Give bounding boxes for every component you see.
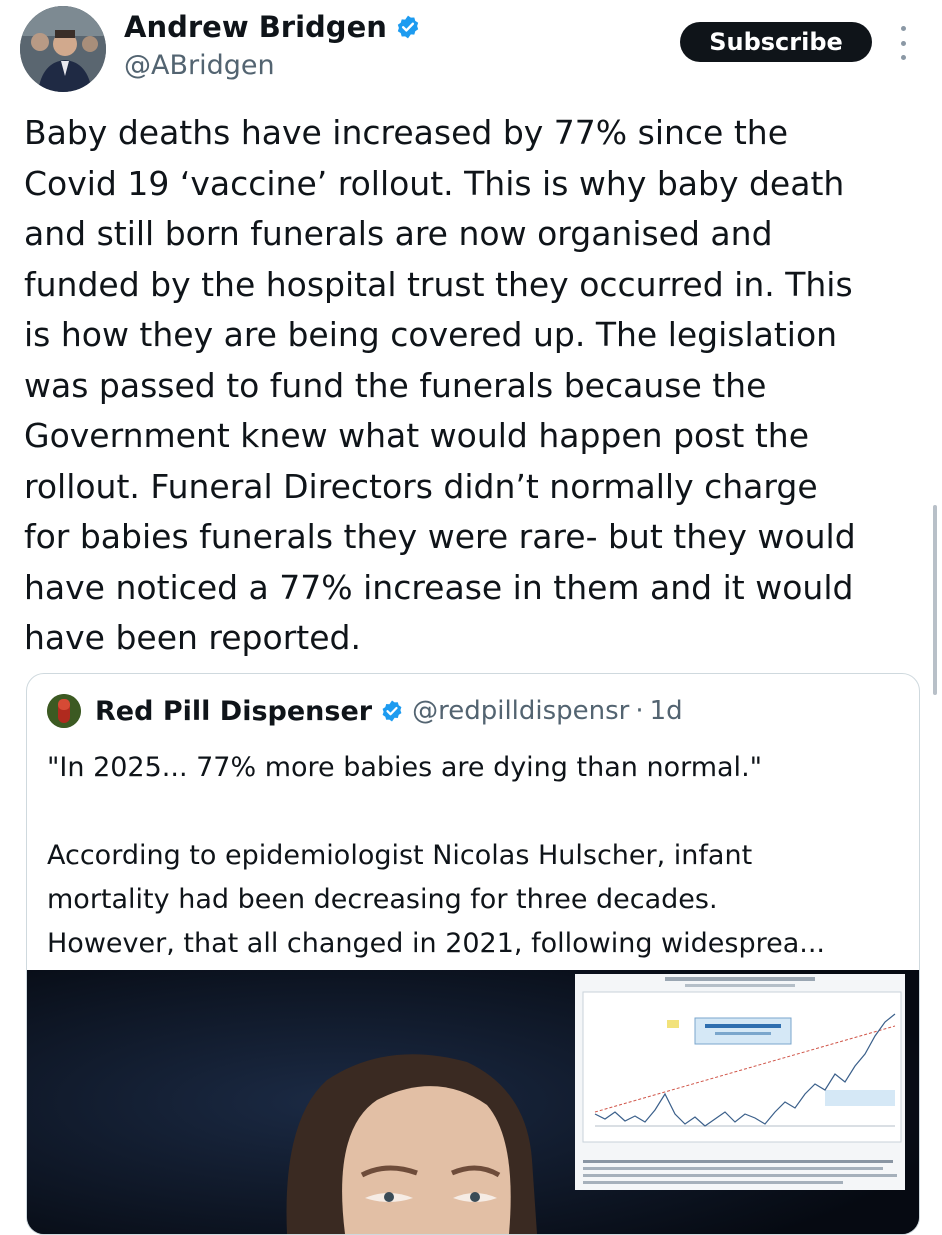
caption-line bbox=[583, 1174, 897, 1177]
caption-line bbox=[583, 1167, 883, 1170]
quoted-timestamp[interactable]: 1d bbox=[650, 696, 683, 726]
caption-line bbox=[583, 1181, 843, 1184]
chart-caption-image bbox=[575, 1156, 905, 1190]
verified-badge-icon bbox=[397, 15, 419, 39]
author-name[interactable]: Andrew Bridgen bbox=[124, 10, 421, 44]
quoted-video-thumbnail[interactable] bbox=[27, 970, 919, 1234]
author-handle[interactable]: @ABridgen bbox=[124, 50, 275, 81]
quoted-text: "In 2025... 77% more babies are dying th… bbox=[47, 752, 825, 959]
author-name-text: Andrew Bridgen bbox=[124, 10, 387, 44]
more-options-icon[interactable] bbox=[896, 26, 910, 60]
quoted-name[interactable]: Red Pill Dispenser bbox=[95, 696, 372, 727]
profile-photo-icon bbox=[20, 6, 106, 92]
more-dot bbox=[900, 55, 906, 60]
scrollbar[interactable] bbox=[933, 505, 937, 695]
post-text: Baby deaths have increased by 77% since … bbox=[24, 113, 856, 657]
quoted-post[interactable]: Red Pill Dispenser @redpilldispensr · 1d… bbox=[26, 673, 920, 1235]
quoted-avatar[interactable] bbox=[47, 694, 81, 728]
subscribe-button[interactable]: Subscribe bbox=[680, 22, 872, 62]
quoted-post-header: Red Pill Dispenser @redpilldispensr · 1d bbox=[47, 694, 683, 728]
line-chart-icon bbox=[575, 974, 905, 1156]
chart-overlay-image bbox=[575, 974, 905, 1156]
more-dot bbox=[900, 40, 906, 46]
red-pill-icon bbox=[47, 694, 81, 728]
verified-badge-icon bbox=[382, 700, 402, 722]
more-dot bbox=[900, 26, 906, 31]
separator-dot: · bbox=[635, 696, 644, 726]
author-avatar[interactable] bbox=[20, 6, 106, 92]
quoted-handle[interactable]: @redpilldispensr bbox=[412, 696, 629, 726]
caption-line bbox=[583, 1160, 893, 1163]
